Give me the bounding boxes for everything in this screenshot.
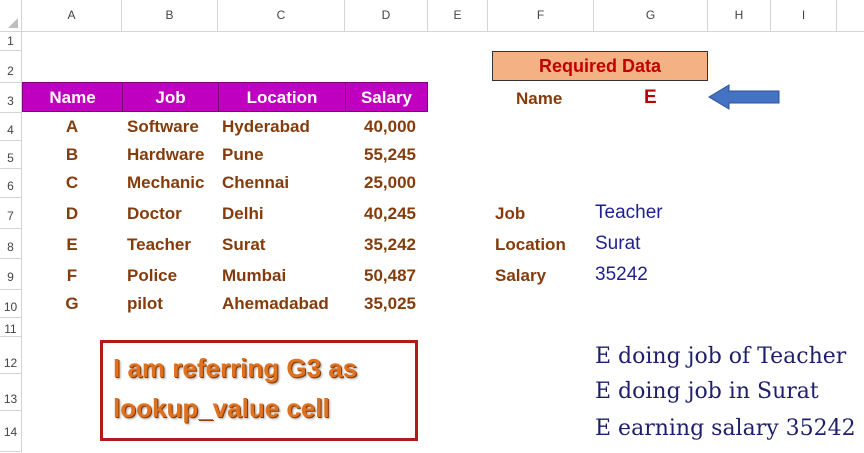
cell-name[interactable]: A	[22, 115, 122, 139]
column-header-bar: A B C D E F G H I	[0, 0, 864, 32]
cell-salary[interactable]: 25,000	[345, 171, 416, 195]
table-header-location[interactable]: Location	[218, 82, 346, 112]
row-header-11[interactable]: 11	[0, 318, 21, 337]
row-header-5[interactable]: 5	[0, 141, 21, 169]
summary-line-job: E doing job of Teacher	[595, 344, 847, 369]
column-header-i[interactable]: I	[771, 0, 837, 31]
row-header-3[interactable]: 3	[0, 83, 21, 113]
lookup-job-label[interactable]: Job	[495, 204, 525, 224]
row-header-6[interactable]: 6	[0, 169, 21, 198]
column-header-e[interactable]: E	[428, 0, 488, 31]
cell-name[interactable]: D	[22, 202, 122, 226]
cell-name[interactable]: B	[22, 143, 122, 167]
row-header-bar: 1 2 3 4 5 6 7 8 9 10 11 12 13 14	[0, 31, 22, 452]
row-header-9[interactable]: 9	[0, 259, 21, 290]
column-header-a[interactable]: A	[22, 0, 122, 31]
cell-job[interactable]: Hardware	[127, 143, 204, 167]
cell-name[interactable]: E	[22, 233, 122, 257]
cell-salary[interactable]: 35,025	[345, 292, 416, 316]
note-line-2: lookup_value cell	[113, 393, 330, 423]
cell-job[interactable]: pilot	[127, 292, 163, 316]
row-header-10[interactable]: 10	[0, 290, 21, 318]
cell-name[interactable]: G	[22, 292, 122, 316]
cell-location[interactable]: Pune	[222, 143, 264, 167]
cell-salary[interactable]: 55,245	[345, 143, 416, 167]
column-header-d[interactable]: D	[345, 0, 428, 31]
cell-salary[interactable]: 40,245	[345, 202, 416, 226]
cell-location[interactable]: Chennai	[222, 171, 289, 195]
note-line-1: I am referring G3 as	[113, 353, 358, 383]
lookup-job-value[interactable]: Teacher	[595, 202, 663, 224]
cell-job[interactable]: Teacher	[127, 233, 191, 257]
row-header-4[interactable]: 4	[0, 113, 21, 141]
cell-location[interactable]: Delhi	[222, 202, 264, 226]
cell-salary[interactable]: 50,487	[345, 264, 416, 288]
lookup-name-value-g3[interactable]: E	[644, 87, 657, 109]
summary-line-salary: E earning salary 35242	[595, 416, 856, 441]
column-header-g[interactable]: G	[594, 0, 708, 31]
cell-salary[interactable]: 35,242	[345, 233, 416, 257]
table-header-salary[interactable]: Salary	[345, 82, 428, 112]
column-header-f[interactable]: F	[488, 0, 594, 31]
required-data-header[interactable]: Required Data	[492, 51, 708, 81]
cell-location[interactable]: Mumbai	[222, 264, 286, 288]
cell-location[interactable]: Ahemadabad	[222, 292, 329, 316]
row-header-2[interactable]: 2	[0, 51, 21, 83]
row-header-1[interactable]: 1	[0, 31, 21, 51]
row-header-8[interactable]: 8	[0, 229, 21, 259]
lookup-name-label[interactable]: Name	[516, 89, 562, 109]
table-header-job[interactable]: Job	[122, 82, 219, 112]
cell-job[interactable]: Mechanic	[127, 171, 204, 195]
row-header-12[interactable]: 12	[0, 337, 21, 374]
column-header-h[interactable]: H	[708, 0, 771, 31]
table-header-name[interactable]: Name	[22, 82, 123, 112]
cell-job[interactable]: Police	[127, 264, 177, 288]
left-arrow-icon	[708, 84, 780, 110]
lookup-location-value[interactable]: Surat	[595, 233, 640, 255]
lookup-salary-value[interactable]: 35242	[595, 264, 648, 286]
column-header-c[interactable]: C	[218, 0, 345, 31]
row-header-7[interactable]: 7	[0, 198, 21, 229]
column-header-b[interactable]: B	[122, 0, 218, 31]
cell-location[interactable]: Hyderabad	[222, 115, 310, 139]
note-textbox[interactable]: I am referring G3 as lookup_value cell	[100, 340, 418, 441]
cell-location[interactable]: Surat	[222, 233, 265, 257]
cell-salary[interactable]: 40,000	[345, 115, 416, 139]
cell-job[interactable]: Doctor	[127, 202, 182, 226]
lookup-salary-label[interactable]: Salary	[495, 266, 546, 286]
summary-line-location: E doing job in Surat	[595, 379, 819, 404]
select-all-corner[interactable]	[0, 0, 22, 31]
cell-name[interactable]: F	[22, 264, 122, 288]
lookup-location-label[interactable]: Location	[495, 235, 566, 255]
cell-name[interactable]: C	[22, 171, 122, 195]
row-header-14[interactable]: 14	[0, 411, 21, 452]
row-header-13[interactable]: 13	[0, 374, 21, 411]
cell-job[interactable]: Software	[127, 115, 199, 139]
